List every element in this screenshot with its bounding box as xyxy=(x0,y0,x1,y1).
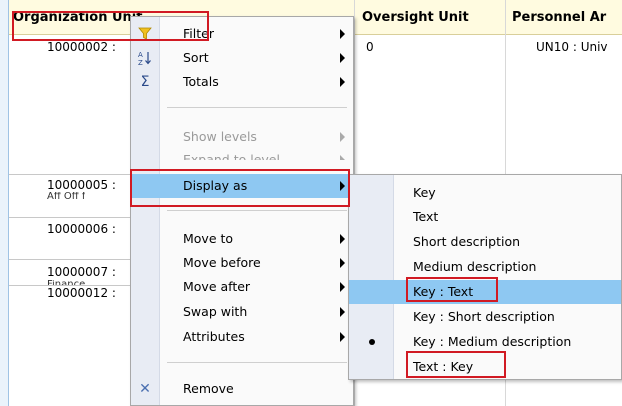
menu-item-filter-label: Filter xyxy=(183,26,214,41)
menu-item-sort[interactable]: AZ Sort xyxy=(131,46,353,70)
menu-item-show-levels: Show levels xyxy=(131,125,353,149)
menu-item-display-as[interactable]: Display as xyxy=(131,174,353,198)
sigma-icon: Σ xyxy=(140,74,150,90)
submenu-item-key-text[interactable]: Key : Text xyxy=(349,280,621,304)
funnel-icon xyxy=(135,24,155,44)
row-1-id[interactable]: 10000002 : xyxy=(47,40,116,54)
submenu-item-text[interactable]: Text xyxy=(349,205,621,229)
submenu-arrow-icon xyxy=(340,77,345,87)
submenu-item-text-key[interactable]: Text : Key xyxy=(349,355,621,379)
submenu-item-label: Text xyxy=(413,209,439,224)
submenu-arrow-icon xyxy=(340,234,345,244)
col-header-organization-unit[interactable]: Organization Unit xyxy=(13,10,142,25)
menu-item-totals[interactable]: Σ Totals xyxy=(131,70,353,94)
submenu-item-key[interactable]: Key xyxy=(349,181,621,205)
menu-item-move-before-label: Move before xyxy=(183,255,261,270)
grid-left-border xyxy=(0,0,9,406)
menu-item-swap-with[interactable]: Swap with xyxy=(131,300,353,324)
submenu-item-key-short-description[interactable]: Key : Short description xyxy=(349,305,621,329)
row-3-id[interactable]: 10000006 : xyxy=(47,222,116,236)
row-2-id[interactable]: 10000005 : xyxy=(47,178,116,192)
submenu-arrow-icon xyxy=(340,332,345,342)
submenu-item-label: Short description xyxy=(413,234,521,249)
menu-separator xyxy=(167,107,347,108)
submenu-item-label: Key : Short description xyxy=(413,309,555,324)
menu-item-move-after[interactable]: Move after xyxy=(131,275,353,299)
svg-text:Z: Z xyxy=(138,59,143,66)
menu-item-expand-to-level-label: Expand to level xyxy=(183,152,280,160)
menu-item-attributes-label: Attributes xyxy=(183,329,245,344)
submenu-item-label: Medium description xyxy=(413,259,537,274)
submenu-arrow-icon xyxy=(340,258,345,268)
submenu-arrow-icon xyxy=(340,132,345,142)
sort-az-icon: AZ xyxy=(135,48,155,68)
menu-item-filter[interactable]: Filter xyxy=(131,22,353,46)
menu-item-totals-label: Totals xyxy=(183,74,219,89)
menu-item-move-to-label: Move to xyxy=(183,231,234,246)
menu-separator xyxy=(167,210,347,211)
submenu-arrow-icon xyxy=(340,29,345,39)
menu-item-swap-with-label: Swap with xyxy=(183,304,248,319)
menu-item-remove-label: Remove xyxy=(183,381,234,396)
submenu-item-label: Key : Medium description xyxy=(413,334,572,349)
menu-item-move-to[interactable]: Move to xyxy=(131,227,353,251)
submenu-item-medium-description[interactable]: Medium description xyxy=(349,255,621,279)
submenu-arrow-icon xyxy=(340,307,345,317)
menu-item-sort-label: Sort xyxy=(183,50,209,65)
menu-item-attributes[interactable]: Attributes xyxy=(131,325,353,349)
row-2-sub: Aff Off f xyxy=(47,192,86,199)
submenu-arrow-icon xyxy=(340,282,345,292)
submenu-item-label: Text : Key xyxy=(413,359,474,374)
menu-item-move-before[interactable]: Move before xyxy=(131,251,353,275)
submenu-arrow-icon xyxy=(340,53,345,63)
selected-bullet-icon xyxy=(369,339,375,345)
col-header-oversight-unit[interactable]: Oversight Unit xyxy=(362,10,469,25)
menu-item-remove[interactable]: ✕ Remove xyxy=(131,377,353,401)
x-icon: ✕ xyxy=(139,381,151,397)
menu-item-move-after-label: Move after xyxy=(183,279,251,294)
row-5-id[interactable]: 10000012 : xyxy=(47,286,116,300)
submenu-arrow-icon xyxy=(340,155,345,160)
col-header-personnel-area[interactable]: Personnel Ar xyxy=(512,10,606,25)
menu-item-display-as-label: Display as xyxy=(183,178,248,193)
context-menu: Filter AZ Sort Σ Totals Show levels Expa… xyxy=(130,16,354,406)
row-4-id[interactable]: 10000007 : xyxy=(47,265,116,279)
menu-item-show-levels-label: Show levels xyxy=(183,129,257,144)
row-1-personnel[interactable]: UN10 : Univ xyxy=(536,40,608,54)
row-1-oversight[interactable]: 0 xyxy=(366,40,374,54)
submenu-item-short-description[interactable]: Short description xyxy=(349,230,621,254)
menu-separator xyxy=(167,362,347,363)
menu-item-expand-to-level: Expand to level xyxy=(131,148,353,160)
svg-text:A: A xyxy=(138,51,143,59)
submenu-item-key-medium-description[interactable]: Key : Medium description xyxy=(349,330,621,354)
submenu-arrow-icon xyxy=(340,181,345,191)
submenu-item-label: Key xyxy=(413,185,436,200)
display-as-submenu: Key Text Short description Medium descri… xyxy=(348,174,622,380)
submenu-item-label: Key : Text xyxy=(413,284,474,299)
